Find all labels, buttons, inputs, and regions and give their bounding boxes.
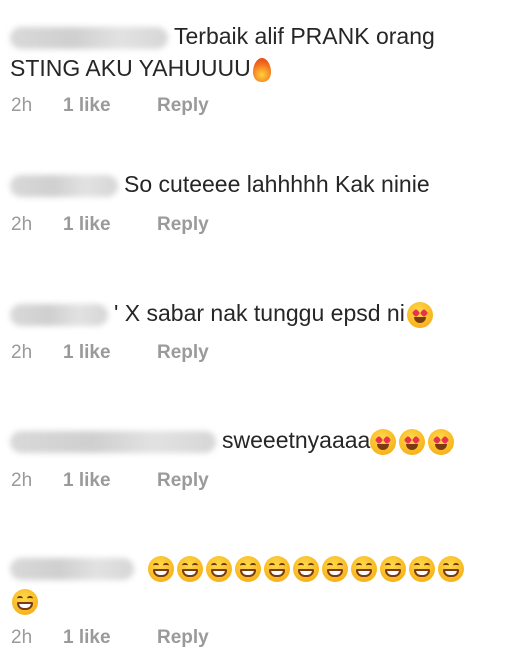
fire-icon	[252, 57, 271, 82]
username-blurred[interactable]	[10, 430, 216, 453]
like-count[interactable]: 1 like	[63, 469, 157, 493]
timestamp: 2h	[11, 95, 33, 116]
comment-meta: 2h 1 like Reply	[11, 213, 209, 237]
comment-text-continued	[12, 586, 41, 615]
grinning-face-icon	[351, 555, 377, 582]
grinning-face-icon	[322, 555, 348, 582]
reply-button[interactable]: Reply	[157, 94, 209, 118]
grinning-face-icon	[438, 555, 464, 582]
grinning-face-icon	[177, 555, 203, 582]
comment-text-continued: STING AKU YAHUUUU	[10, 54, 274, 82]
like-count[interactable]: 1 like	[63, 213, 157, 237]
comment-text: So cuteeee lahhhhh Kak ninie	[10, 170, 430, 198]
grinning-face-icon	[293, 555, 319, 582]
comment-meta: 2h 1 like Reply	[11, 94, 209, 118]
comment-item: 2h 1 like Reply	[0, 510, 516, 654]
grinning-face-icon	[380, 555, 406, 582]
grinning-face-icon	[206, 555, 232, 582]
like-count[interactable]: 1 like	[63, 94, 157, 118]
comment-item: ' X sabar nak tunggu epsd ni 2h 1 like Rep…	[0, 250, 516, 380]
timestamp: 2h	[11, 214, 33, 235]
grinning-face-icon	[409, 555, 435, 582]
username-blurred[interactable]	[10, 557, 134, 580]
reply-button[interactable]: Reply	[157, 469, 209, 493]
comment-meta: 2h 1 like Reply	[11, 469, 209, 493]
comment-text: sweeetnyaaaa	[10, 426, 457, 455]
reply-button[interactable]: Reply	[157, 626, 209, 650]
comment-text	[10, 553, 467, 582]
grinning-face-icon	[148, 555, 174, 582]
username-blurred[interactable]	[10, 303, 108, 326]
comment-item: So cuteeee lahhhhh Kak ninie 2h 1 like Rep…	[0, 130, 516, 250]
username-blurred[interactable]	[10, 174, 118, 197]
comment-text: ' X sabar nak tunggu epsd ni	[10, 299, 436, 328]
username-blurred[interactable]	[10, 26, 168, 49]
reply-button[interactable]: Reply	[157, 213, 209, 237]
like-count[interactable]: 1 like	[63, 341, 157, 365]
grin-row-1	[148, 554, 467, 582]
comment-item: sweeetnyaaaa 2h 1 like Reply	[0, 380, 516, 510]
comment-meta: 2h 1 like Reply	[11, 341, 209, 365]
like-count[interactable]: 1 like	[63, 626, 157, 650]
heart-eyes-icon	[399, 428, 426, 455]
timestamp: 2h	[11, 470, 33, 491]
heart-eyes-icon	[406, 301, 433, 328]
heart-eyes-icon	[370, 428, 397, 455]
reply-button[interactable]: Reply	[157, 341, 209, 365]
comment-item: Terbaik alif PRANK orang STING AKU YAHUU…	[0, 0, 516, 130]
heart-eyes-icon	[428, 428, 455, 455]
grinning-face-icon	[12, 588, 38, 615]
comment-meta: 2h 1 like Reply	[11, 626, 209, 650]
comment-text: Terbaik alif PRANK orang	[10, 22, 435, 50]
grinning-face-icon	[235, 555, 261, 582]
grinning-face-icon	[264, 555, 290, 582]
timestamp: 2h	[11, 627, 33, 648]
timestamp: 2h	[11, 342, 33, 363]
